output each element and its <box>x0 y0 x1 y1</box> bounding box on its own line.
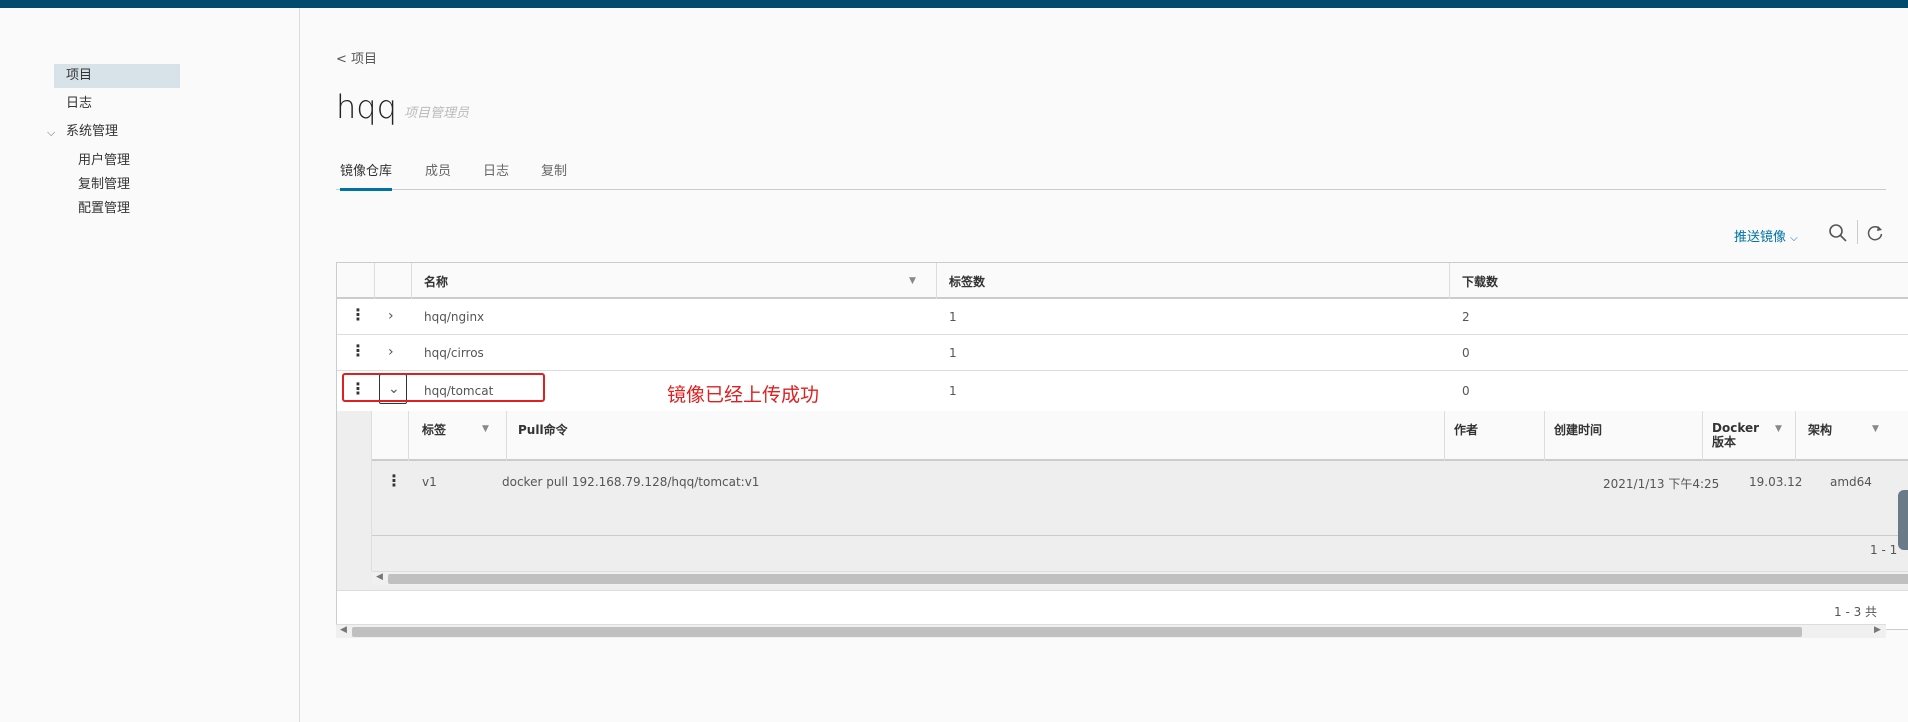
sidebar-item-replication[interactable]: 复制管理 <box>78 173 130 192</box>
repo-table-footer: 1 - 3 共 <box>1834 605 1878 619</box>
column-divider <box>1544 411 1545 461</box>
tab-members[interactable]: 成员 <box>425 160 451 188</box>
scroll-left-icon[interactable]: ◀ <box>340 625 347 635</box>
column-divider <box>1449 263 1450 299</box>
column-divider <box>506 411 507 461</box>
tab-bar: 镜像仓库 成员 日志 复制 <box>336 152 1886 191</box>
repo-pull-count: 0 <box>1462 346 1470 360</box>
chevron-right-icon[interactable]: › <box>388 344 394 360</box>
scrollbar-thumb[interactable] <box>352 627 1802 637</box>
column-header-name[interactable]: 名称 <box>424 273 448 290</box>
sidebar-item-projects[interactable]: 项目 <box>54 64 180 88</box>
tag-table-scrollbar[interactable]: ◀ <box>372 571 1908 585</box>
repo-name[interactable]: hqq/cirros <box>424 346 484 360</box>
repo-tag-count: 1 <box>949 384 957 398</box>
side-panel-handle[interactable] <box>1898 490 1908 550</box>
column-header-docker-version[interactable]: Docker 版本 <box>1712 421 1759 449</box>
row-actions-icon[interactable]: ⋮ <box>350 341 366 360</box>
sidebar-item-administration[interactable]: 系统管理 <box>54 120 118 144</box>
column-divider <box>408 411 409 461</box>
tag-architecture: amd64 <box>1830 475 1872 489</box>
docker-col-line1: Docker <box>1712 421 1760 435</box>
repo-pull-count: 0 <box>1462 384 1470 398</box>
sidebar-item-logs[interactable]: 日志 <box>54 92 92 116</box>
tag-row[interactable]: ⋮ v1 docker pull 192.168.79.128/hqq/tomc… <box>372 461 1908 536</box>
column-divider <box>1702 411 1703 461</box>
column-header-author[interactable]: 作者 <box>1454 421 1478 438</box>
sidebar-item-users[interactable]: 用户管理 <box>78 149 130 168</box>
push-image-label: 推送镜像 <box>1734 230 1787 245</box>
column-header-architecture[interactable]: 架构 <box>1808 421 1832 438</box>
repo-tag-count: 1 <box>949 346 957 360</box>
table-row[interactable]: ⋮ › hqq/cirros 1 0 <box>337 335 1908 371</box>
docker-col-line2: 版本 <box>1712 435 1737 449</box>
repo-pull-count: 2 <box>1462 310 1470 324</box>
filter-icon[interactable]: ▼ <box>1775 424 1782 434</box>
main-content: < 项目 hqq 项目管理员 镜像仓库 成员 日志 复制 推送镜像 ⌵ 名称 ▼… <box>300 8 1908 722</box>
filter-icon[interactable]: ▼ <box>909 276 916 286</box>
toolbar-divider <box>1857 220 1858 244</box>
filter-icon[interactable]: ▼ <box>482 424 489 434</box>
column-header-pulls[interactable]: 下载数 <box>1462 273 1498 290</box>
chevron-down-icon: ⌵ <box>1790 233 1798 244</box>
tab-logs[interactable]: 日志 <box>483 160 509 188</box>
table-header: 名称 ▼ 标签数 下载数 <box>337 263 1908 299</box>
tab-repositories[interactable]: 镜像仓库 <box>340 160 393 191</box>
column-header-tags[interactable]: 标签数 <box>949 273 985 290</box>
top-header-bar <box>0 0 1908 8</box>
back-to-projects-link[interactable]: < 项目 <box>336 48 377 67</box>
tag-created: 2021/1/13 下午4:25 <box>1603 477 1720 491</box>
repository-datagrid: 名称 ▼ 标签数 下载数 ⋮ › hqq/nginx 1 2 ⋮ › hqq/c… <box>336 262 1908 630</box>
annotation-text: 镜像已经上传成功 <box>667 384 820 406</box>
tab-replication[interactable]: 复制 <box>541 160 567 188</box>
pull-command[interactable]: docker pull 192.168.79.128/hqq/tomcat:v1 <box>502 475 759 489</box>
tag-name[interactable]: v1 <box>422 475 437 489</box>
repo-tag-count: 1 <box>949 310 957 324</box>
chevron-right-icon[interactable]: › <box>388 308 394 324</box>
sidebar-item-configuration[interactable]: 配置管理 <box>78 197 130 216</box>
tag-table-header: 标签 ▼ Pull命令 作者 创建时间 Docker 版本 ▼ 架构 ▼ <box>372 411 1908 461</box>
row-actions-icon[interactable]: ⋮ <box>386 471 402 490</box>
tag-datagrid: 标签 ▼ Pull命令 作者 创建时间 Docker 版本 ▼ 架构 ▼ ⋮ v1… <box>371 411 1908 585</box>
tag-docker-version: 19.03.12 <box>1749 475 1803 489</box>
column-header-pull-command[interactable]: Pull命令 <box>518 421 568 438</box>
column-divider <box>1444 411 1445 461</box>
column-divider <box>411 263 412 299</box>
sidebar: 项目 日志 ⌵ 系统管理 用户管理 复制管理 配置管理 <box>0 8 300 722</box>
filter-icon[interactable]: ▼ <box>1872 424 1879 434</box>
repo-name[interactable]: hqq/nginx <box>424 310 484 324</box>
repo-table-scrollbar[interactable]: ◀ ▶ <box>336 624 1886 638</box>
scroll-right-icon[interactable]: ▶ <box>1874 625 1881 635</box>
column-header-created[interactable]: 创建时间 <box>1554 421 1602 438</box>
column-divider <box>374 263 375 299</box>
scroll-left-icon[interactable]: ◀ <box>376 572 383 582</box>
table-row[interactable]: ⋮ › hqq/nginx 1 2 <box>337 299 1908 335</box>
role-label: 项目管理员 <box>404 106 470 121</box>
search-icon[interactable] <box>1828 223 1848 243</box>
annotation-highlight-box <box>342 373 545 402</box>
push-image-button[interactable]: 推送镜像 ⌵ <box>1734 226 1798 245</box>
scrollbar-thumb[interactable] <box>388 574 1908 584</box>
row-actions-icon[interactable]: ⋮ <box>350 305 366 324</box>
column-divider <box>1795 411 1796 461</box>
tag-detail-panel: 标签 ▼ Pull命令 作者 创建时间 Docker 版本 ▼ 架构 ▼ ⋮ v1… <box>337 411 1908 591</box>
tag-table-footer: 1 - 1 <box>1870 543 1898 557</box>
column-header-tag[interactable]: 标签 <box>422 421 446 438</box>
table-row-expanded[interactable]: ⋮ ⌄ hqq/tomcat 1 0 <box>337 371 1908 411</box>
column-divider <box>936 263 937 299</box>
refresh-icon[interactable] <box>1866 224 1884 242</box>
page-title: hqq <box>336 88 397 126</box>
